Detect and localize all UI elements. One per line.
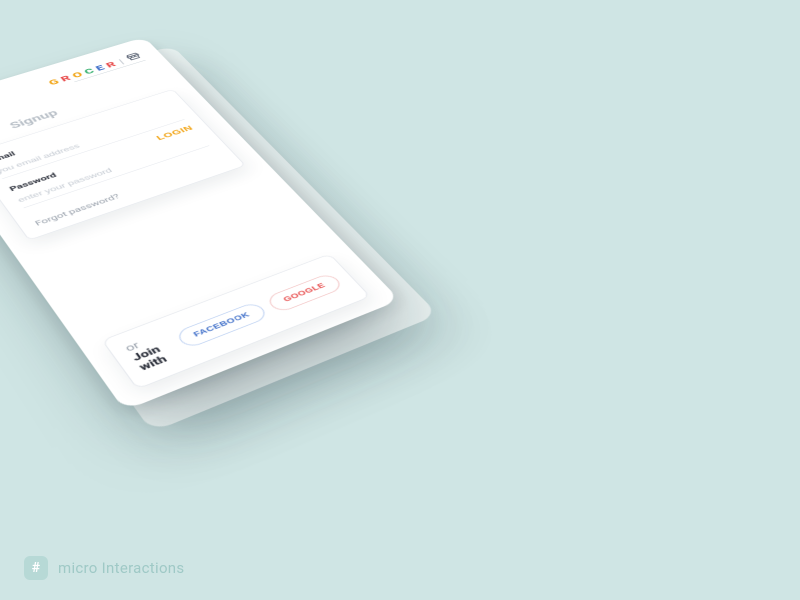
facebook-button[interactable]: FACEBOOK <box>174 301 269 349</box>
tagline-text: micro Interactions <box>58 559 184 577</box>
login-card: Email LOGIN Password Forgot password? <box>0 89 246 240</box>
google-button[interactable]: GOOGLE <box>264 272 344 313</box>
join-with-label: or Join with <box>123 330 182 373</box>
hash-icon: # <box>24 556 48 580</box>
footer-tagline: # micro Interactions <box>24 556 184 580</box>
logo-letter: G <box>46 77 61 87</box>
social-buttons: FACEBOOK GOOGLE <box>174 272 345 349</box>
logo-letter: R <box>58 73 73 83</box>
